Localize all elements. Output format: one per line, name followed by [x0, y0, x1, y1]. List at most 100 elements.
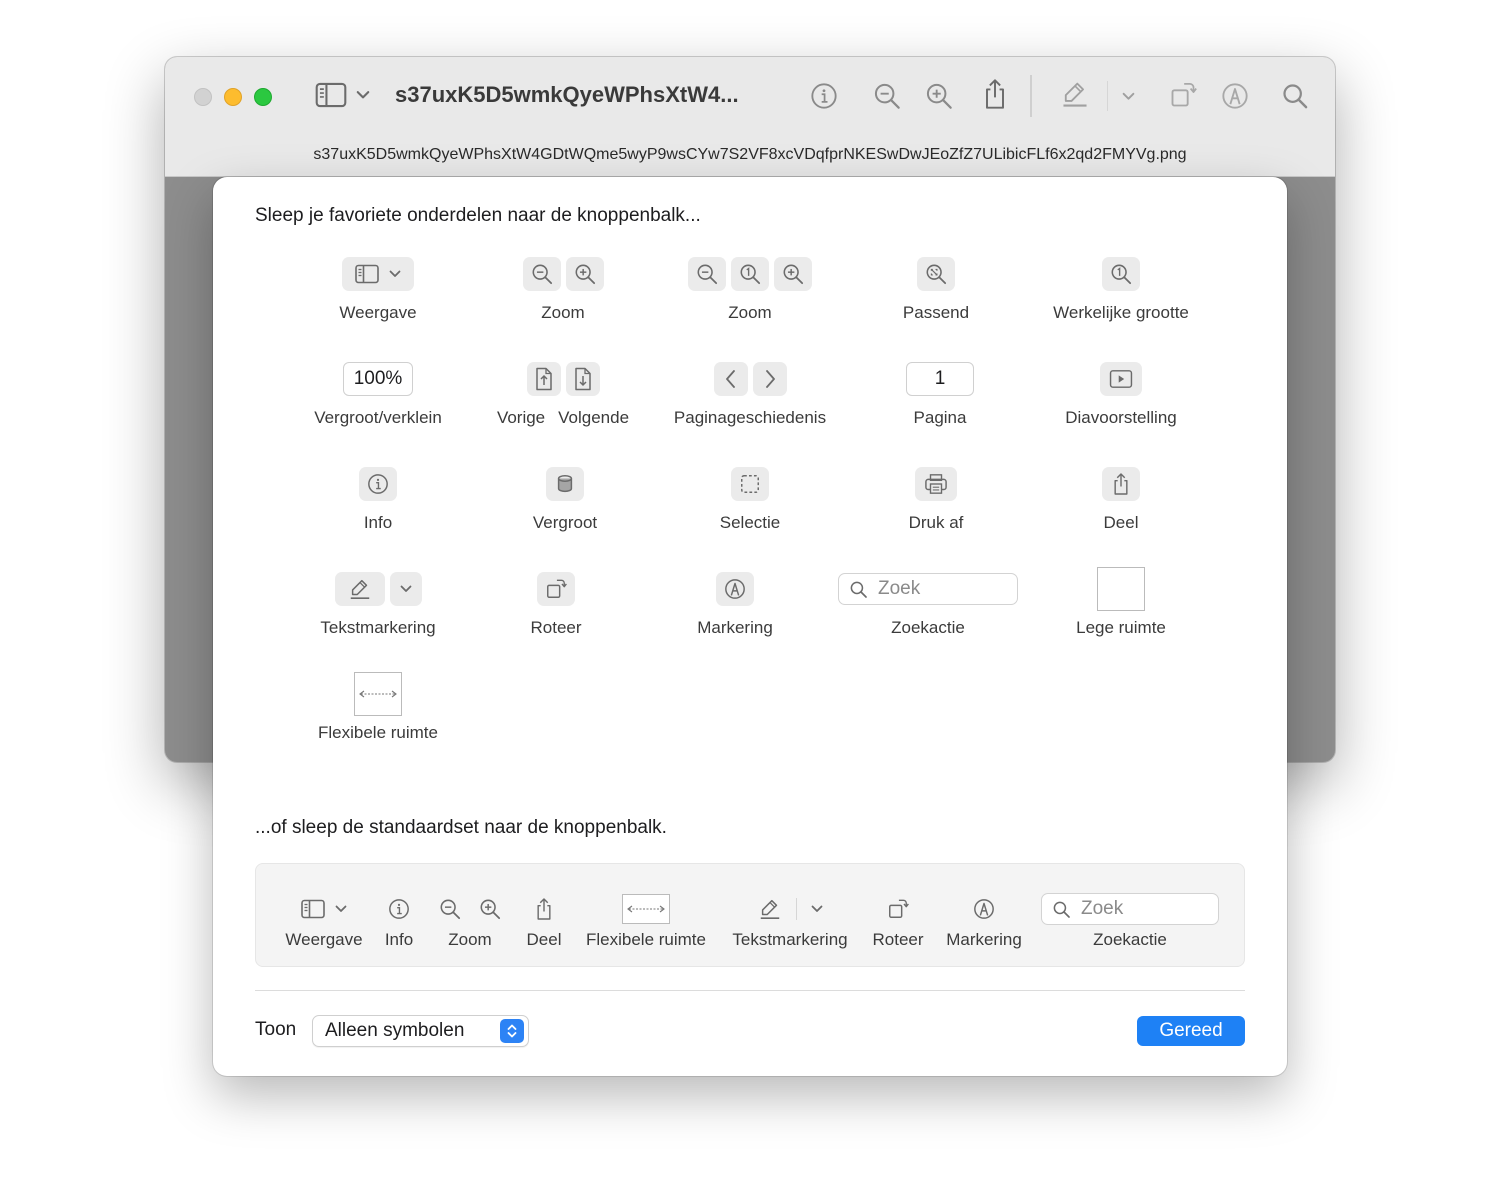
palette-label: Vorige — [496, 408, 546, 427]
zoom-out-icon — [531, 263, 553, 285]
palette-item-highlight[interactable]: Tekstmarkering — [303, 572, 453, 638]
space-preview — [1097, 567, 1145, 611]
default-label: Weergave — [285, 930, 363, 949]
zoom-in-icon — [479, 898, 501, 920]
default-item-zoom: Zoom — [436, 892, 504, 950]
page-field: 1 — [906, 362, 974, 396]
palette-item-flexible-space[interactable]: Flexibele ruimte — [303, 672, 453, 743]
highlight-menu-button[interactable] — [1122, 92, 1135, 101]
palette-item-print[interactable]: Druk af — [876, 467, 996, 533]
share-icon — [1111, 472, 1131, 496]
sidebar-icon — [301, 899, 325, 919]
palette-label: Zoom — [541, 303, 585, 322]
search-placeholder: Zoek — [1081, 898, 1124, 919]
zoom-out-icon — [696, 263, 718, 285]
palette-label: Markering — [697, 618, 773, 637]
search-field: Zoek — [1041, 893, 1219, 925]
search-field: Zoek — [838, 573, 1018, 605]
palette-item-page[interactable]: 1 Pagina — [880, 362, 1000, 428]
palette-item-search[interactable]: Zoek Zoekactie — [838, 572, 1018, 638]
rotate-button[interactable] — [1169, 80, 1197, 110]
default-item-share: Deel — [524, 892, 564, 950]
palette-item-magnify[interactable]: Vergroot — [505, 467, 625, 533]
palette-item-prev-next[interactable]: Vorige Volgende — [490, 362, 636, 428]
show-select-value: Alleen symbolen — [325, 1020, 465, 1041]
palette-item-view[interactable]: Weergave — [318, 257, 438, 323]
search-button[interactable] — [1281, 82, 1309, 110]
close-window-button[interactable] — [194, 88, 212, 106]
double-arrow-icon — [626, 904, 666, 914]
markup-button[interactable] — [1221, 82, 1249, 110]
search-placeholder: Zoek — [878, 578, 921, 599]
palette-item-fit[interactable]: Passend — [876, 257, 996, 323]
zoom-out-button[interactable] — [873, 82, 901, 110]
palette-item-scale[interactable]: 100% Vergroot/verklein — [303, 362, 453, 428]
search-icon — [849, 580, 868, 599]
palette-item-actual-size[interactable]: Werkelijke grootte — [1041, 257, 1201, 323]
chevron-down-icon — [400, 585, 412, 593]
palette-item-selection[interactable]: Selectie — [690, 467, 810, 533]
palette-label: Druk af — [908, 513, 964, 532]
markup-icon — [724, 578, 746, 600]
default-label: Roteer — [872, 930, 924, 949]
default-label: Flexibele ruimte — [586, 930, 706, 949]
double-arrow-icon — [358, 689, 398, 699]
customize-toolbar-sheet: Sleep je favoriete onderdelen naar de kn… — [213, 177, 1287, 1076]
palette-item-zoom-triple[interactable]: Zoom — [680, 257, 820, 323]
markup-icon — [1221, 82, 1249, 110]
chevron-down-icon — [356, 90, 370, 100]
chevron-left-icon — [725, 369, 737, 389]
palette-label: Paginageschiedenis — [673, 408, 827, 427]
search-icon — [1281, 82, 1309, 110]
palette-item-info[interactable]: Info — [318, 467, 438, 533]
zoom-in-icon — [574, 263, 596, 285]
palette-item-zoom-pair[interactable]: Zoom — [503, 257, 623, 323]
palette-label: Deel — [1103, 513, 1139, 532]
palette-label: Selectie — [719, 513, 781, 532]
info-icon — [367, 473, 389, 495]
rotate-icon — [545, 578, 567, 600]
default-set-heading: ...of sleep de standaardset naar de knop… — [255, 817, 667, 838]
palette-label: Roteer — [530, 618, 582, 637]
show-select[interactable]: Alleen symbolen — [312, 1015, 529, 1047]
default-label: Markering — [946, 930, 1022, 949]
minimize-window-button[interactable] — [224, 88, 242, 106]
zoom-in-icon — [782, 263, 804, 285]
highlight-button[interactable] — [1060, 79, 1090, 109]
palette-item-rotate[interactable]: Roteer — [496, 572, 616, 638]
palette-item-markup[interactable]: Markering — [675, 572, 795, 638]
share-icon — [981, 78, 1009, 110]
share-button[interactable] — [981, 78, 1009, 110]
markup-icon — [973, 898, 995, 920]
default-item-view: Weergave — [285, 892, 363, 950]
palette-item-share[interactable]: Deel — [1061, 467, 1181, 533]
palette-item-page-history[interactable]: Paginageschiedenis — [670, 362, 830, 428]
palette-label: Info — [363, 513, 393, 532]
palette-label: Pagina — [913, 408, 967, 427]
share-icon — [534, 897, 554, 921]
zoom-in-button[interactable] — [925, 82, 953, 110]
info-button[interactable] — [810, 82, 838, 110]
default-label: Zoekactie — [1093, 930, 1167, 949]
default-item-highlight: Tekstmarkering — [728, 892, 852, 950]
palette-label: Vergroot — [532, 513, 598, 532]
done-button[interactable]: Gereed — [1137, 1016, 1245, 1046]
default-label: Info — [384, 930, 414, 949]
view-menu-button[interactable] — [356, 90, 370, 100]
default-toolbar-set[interactable]: Weergave Info Zoom Deel Flexibele ruimte — [255, 863, 1245, 967]
palette-item-space[interactable]: Lege ruimte — [1061, 567, 1181, 638]
palette-label: Tekstmarkering — [320, 618, 436, 637]
divider — [255, 990, 1245, 991]
maximize-window-button[interactable] — [254, 88, 272, 106]
zoom-out-icon — [873, 82, 901, 110]
document-filename: s37uxK5D5wmkQyeWPhsXtW4GDtWQme5wyP9wsCYw… — [313, 146, 1187, 163]
sidebar-toggle-button[interactable] — [315, 82, 347, 108]
default-item-flexible-space: Flexibele ruimte — [582, 892, 710, 950]
chevron-down-icon — [389, 270, 401, 278]
print-icon — [924, 473, 948, 495]
chevron-down-icon — [335, 905, 347, 913]
palette-item-slideshow[interactable]: Diavoorstelling — [1051, 362, 1191, 428]
palette-label: Flexibele ruimte — [318, 723, 438, 742]
palette-label: Weergave — [339, 303, 417, 322]
window-title: s37uxK5D5wmkQyeWPhsXtW4... — [395, 82, 739, 107]
